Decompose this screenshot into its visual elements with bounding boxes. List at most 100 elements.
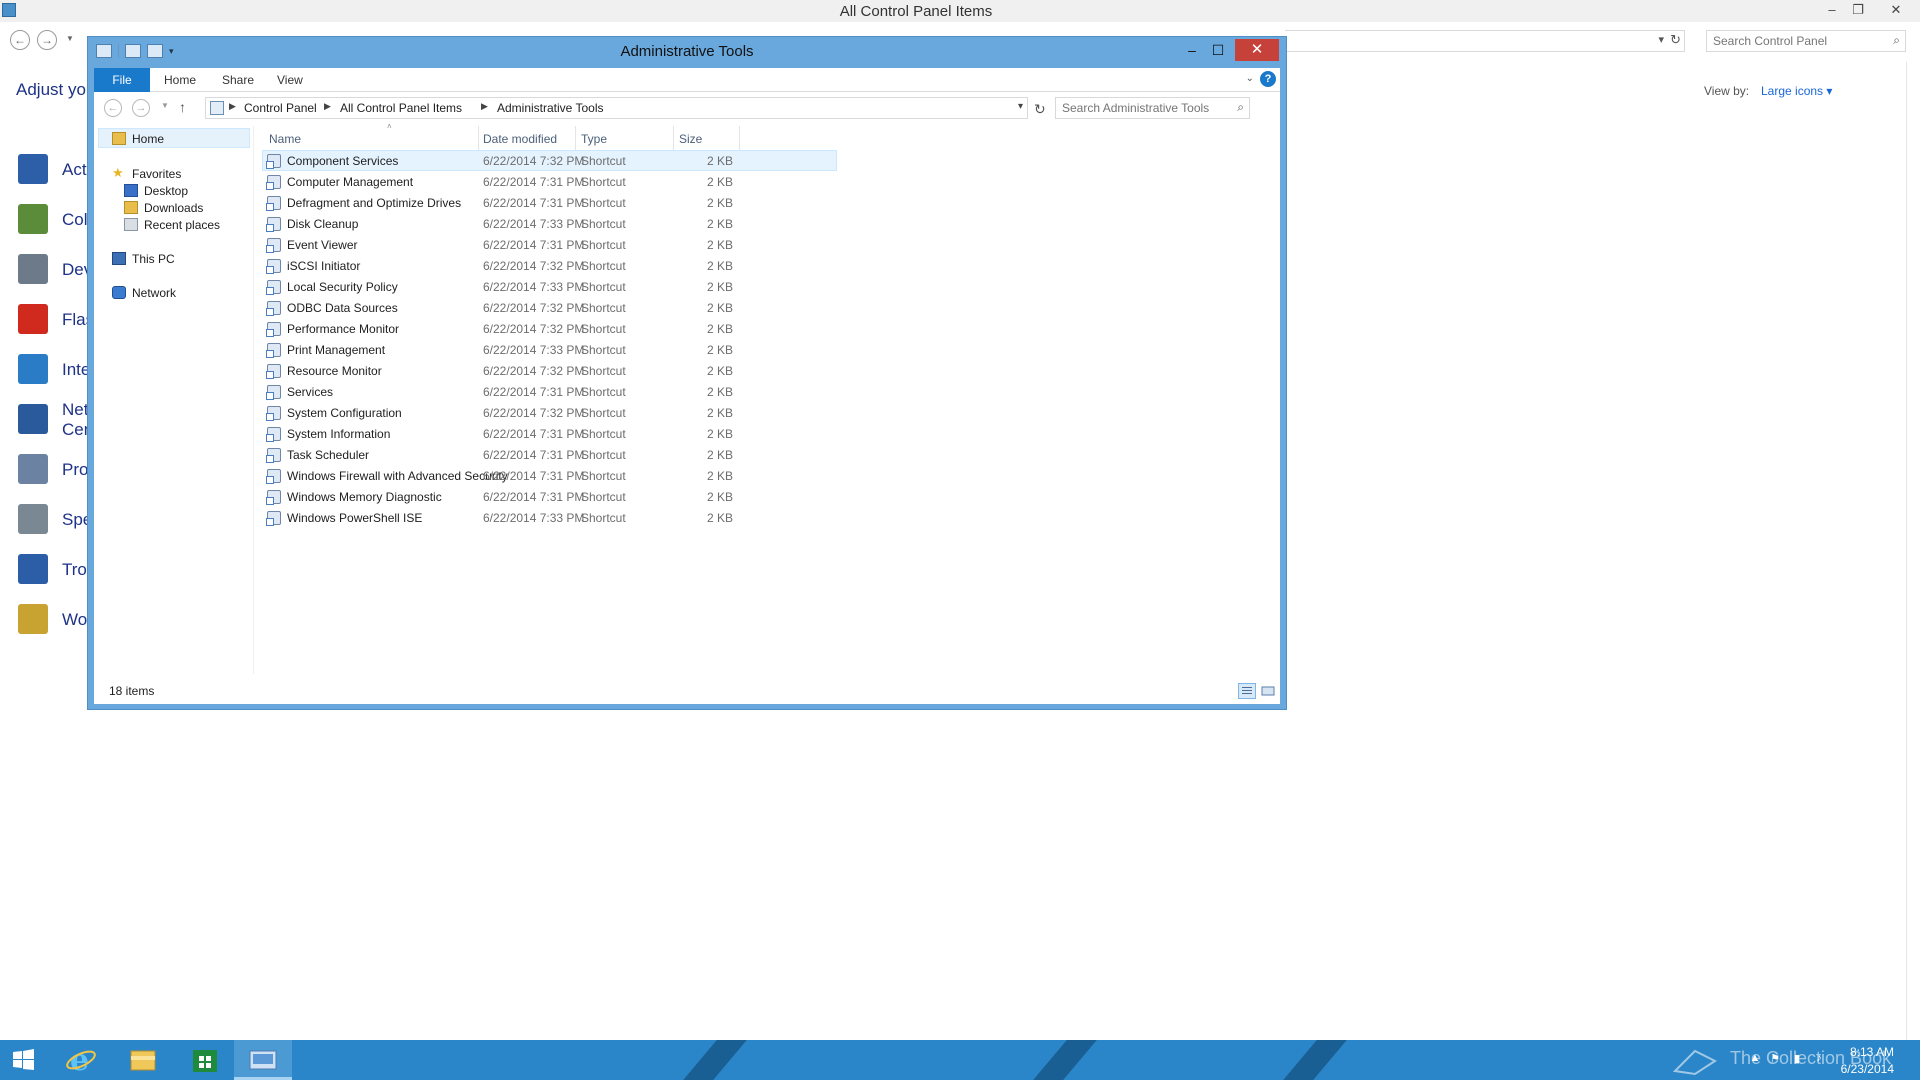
- breadcrumb-control-panel[interactable]: Control Panel: [244, 101, 317, 115]
- control-panel-item[interactable]: Pro: [18, 450, 88, 490]
- table-row[interactable]: Resource Monitor 6/22/2014 7:32 PM Shortcu…: [262, 360, 837, 381]
- table-row[interactable]: System Information 6/22/2014 7:31 PM Short…: [262, 423, 837, 444]
- control-panel-item[interactable]: Acti: [18, 150, 90, 190]
- control-panel-item[interactable]: Dev: [18, 250, 92, 290]
- view-by-value[interactable]: Large icons: [1761, 84, 1823, 98]
- scrollbar-track[interactable]: [1906, 62, 1907, 1042]
- nav-favorites[interactable]: Favorites: [132, 167, 181, 181]
- breadcrumb-administrative-tools[interactable]: Administrative Tools: [497, 101, 604, 115]
- start-button[interactable]: [0, 1040, 48, 1080]
- column-divider[interactable]: [478, 126, 479, 150]
- column-divider[interactable]: [575, 126, 576, 150]
- control-panel-item-label[interactable]: Col: [62, 210, 88, 230]
- close-button[interactable]: ✕: [1235, 39, 1279, 61]
- nav-this-pc[interactable]: This PC: [132, 252, 175, 266]
- column-header-date-modified[interactable]: Date modified: [483, 132, 557, 146]
- control-panel-item[interactable]: Col: [18, 200, 88, 240]
- control-panel-item-label[interactable]: Pro: [62, 460, 88, 480]
- table-row[interactable]: Computer Management 6/22/2014 7:31 PM Shor…: [262, 171, 837, 192]
- expand-ribbon-icon[interactable]: ⌄: [1246, 73, 1254, 84]
- control-panel-item[interactable]: Spe: [18, 500, 92, 540]
- breadcrumb-separator-icon[interactable]: ▶: [481, 101, 488, 112]
- table-row[interactable]: Print Management 6/22/2014 7:33 PM Shortcu…: [262, 339, 837, 360]
- action-center-flag-icon[interactable]: ⚑: [1768, 1052, 1782, 1066]
- taskbar-internet-explorer[interactable]: e: [52, 1040, 110, 1080]
- nav-network[interactable]: Network: [132, 286, 176, 300]
- table-row[interactable]: Windows Firewall with Advanced Security 6…: [262, 465, 837, 486]
- table-row[interactable]: System Configuration 6/22/2014 7:32 PM Sho…: [262, 402, 837, 423]
- control-panel-address-bar[interactable]: ▾ ↻: [1285, 30, 1685, 52]
- back-arrow-icon[interactable]: ←: [104, 99, 122, 117]
- control-panel-item[interactable]: Net Cen: [18, 400, 93, 440]
- control-panel-item-label[interactable]: Tro: [62, 560, 87, 580]
- taskbar-control-panel[interactable]: [234, 1040, 292, 1080]
- nav-desktop[interactable]: Desktop: [144, 184, 188, 198]
- nav-downloads[interactable]: Downloads: [144, 201, 203, 215]
- refresh-icon[interactable]: ↻: [1670, 32, 1681, 48]
- large-icons-view-button[interactable]: [1259, 683, 1277, 699]
- control-panel-item[interactable]: Flas: [18, 300, 94, 340]
- table-row[interactable]: Event Viewer 6/22/2014 7:31 PM Shortcut 2 K…: [262, 234, 837, 255]
- breadcrumb-all-control-panel-items[interactable]: All Control Panel Items: [340, 101, 462, 115]
- control-panel-item-label[interactable]: Net: [62, 400, 88, 420]
- column-divider[interactable]: [673, 126, 674, 150]
- search-input[interactable]: [1056, 98, 1221, 118]
- control-panel-search-input[interactable]: [1707, 31, 1877, 51]
- volume-icon[interactable]: ♪: [1812, 1052, 1826, 1066]
- back-arrow-icon[interactable]: ←: [10, 30, 30, 50]
- maximize-button[interactable]: ☐: [1205, 39, 1231, 61]
- taskbar-store[interactable]: [176, 1040, 234, 1080]
- nav-recent-places[interactable]: Recent places: [144, 218, 220, 232]
- forward-arrow-icon[interactable]: →: [37, 30, 57, 50]
- tab-home[interactable]: Home: [156, 68, 204, 92]
- table-row[interactable]: Performance Monitor 6/22/2014 7:32 PM Shor…: [262, 318, 837, 339]
- table-row[interactable]: Windows PowerShell ISE 6/22/2014 7:33 PM S…: [262, 507, 837, 528]
- recent-locations-icon[interactable]: ▼: [161, 101, 169, 110]
- search-box[interactable]: ⌕: [1055, 97, 1250, 119]
- column-divider[interactable]: [739, 126, 740, 150]
- column-header-size[interactable]: Size: [679, 132, 702, 146]
- column-header-name[interactable]: Name: [269, 132, 301, 146]
- table-row[interactable]: Windows Memory Diagnostic 6/22/2014 7:31 …: [262, 486, 837, 507]
- tab-share[interactable]: Share: [214, 68, 262, 92]
- forward-arrow-icon[interactable]: →: [132, 99, 150, 117]
- breadcrumb-separator-icon[interactable]: ▶: [324, 101, 331, 112]
- show-hidden-icons-icon[interactable]: ▲: [1748, 1052, 1762, 1066]
- table-row[interactable]: Local Security Policy 6/22/2014 7:33 PM Sh…: [262, 276, 837, 297]
- control-panel-item-label[interactable]: Wo: [62, 610, 87, 630]
- table-row[interactable]: Disk Cleanup 6/22/2014 7:33 PM Shortcut 2 K…: [262, 213, 837, 234]
- table-row[interactable]: Task Scheduler 6/22/2014 7:31 PM Shortcut 2…: [262, 444, 837, 465]
- view-by-dropdown[interactable]: Large icons ▾: [1761, 84, 1832, 98]
- control-panel-item[interactable]: Wo: [18, 600, 88, 640]
- address-bar[interactable]: ▶ Control Panel ▶ All Control Panel Item…: [205, 97, 1028, 119]
- minimize-icon[interactable]: –: [1820, 0, 1844, 20]
- minimize-button[interactable]: –: [1179, 39, 1205, 61]
- control-panel-item[interactable]: Inte: [18, 350, 90, 390]
- restore-icon[interactable]: ❐: [1846, 0, 1870, 20]
- window-titlebar[interactable]: ▾ Administrative Tools – ☐ ✕: [88, 37, 1286, 67]
- table-row[interactable]: Defragment and Optimize Drives 6/22/2014 …: [262, 192, 837, 213]
- breadcrumb-separator-icon[interactable]: ▶: [229, 101, 236, 112]
- chevron-down-icon[interactable]: ▾: [1018, 101, 1023, 112]
- clock-date[interactable]: 6/23/2014: [1841, 1062, 1894, 1076]
- clock-time[interactable]: 8:13 AM: [1850, 1045, 1894, 1059]
- tab-file[interactable]: File: [94, 68, 150, 92]
- details-view-button[interactable]: [1238, 683, 1256, 699]
- refresh-icon[interactable]: ↻: [1034, 101, 1046, 118]
- control-panel-search[interactable]: ⌕: [1706, 30, 1906, 52]
- control-panel-item[interactable]: Tro: [18, 550, 88, 590]
- chevron-down-icon[interactable]: ▾: [1658, 33, 1664, 46]
- tab-view[interactable]: View: [269, 68, 311, 92]
- column-header-type[interactable]: Type: [581, 132, 607, 146]
- close-icon[interactable]: ✕: [1884, 0, 1908, 20]
- table-row[interactable]: Services 6/22/2014 7:31 PM Shortcut 2 KB: [262, 381, 837, 402]
- table-row[interactable]: ODBC Data Sources 6/22/2014 7:32 PM Shortc…: [262, 297, 837, 318]
- recent-locations-icon[interactable]: ▼: [66, 34, 74, 43]
- table-row[interactable]: Component Services 6/22/2014 7:32 PM Short…: [262, 150, 837, 171]
- help-icon[interactable]: ?: [1260, 71, 1276, 87]
- nav-home-label[interactable]: Home: [132, 132, 164, 146]
- taskbar-file-explorer[interactable]: [114, 1040, 172, 1080]
- network-status-icon[interactable]: ▮: [1790, 1052, 1804, 1066]
- table-row[interactable]: iSCSI Initiator 6/22/2014 7:32 PM Shortcut…: [262, 255, 837, 276]
- up-arrow-icon[interactable]: ↑: [179, 99, 186, 115]
